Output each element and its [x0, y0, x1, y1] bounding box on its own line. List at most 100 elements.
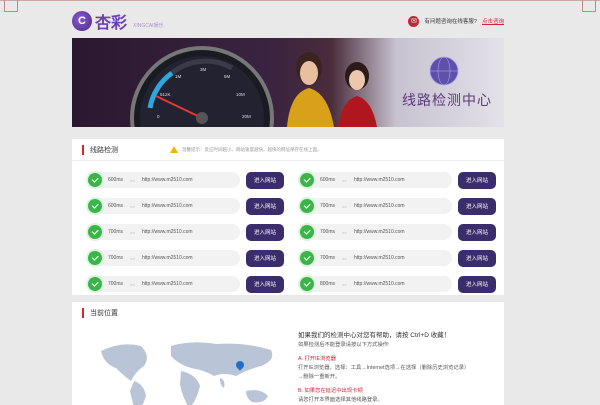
latency: 800ms: [320, 281, 336, 287]
notice-text: 温馨提示：反应时间越小、网站速度越快。越快的网址保存在线上面。: [182, 146, 322, 152]
separator: >>: [130, 203, 135, 209]
step-b-title: B. 如果您在延迟中出现卡顿: [298, 388, 363, 395]
warning-icon: [170, 146, 178, 153]
latency: 700ms: [320, 229, 336, 235]
line-list: 600ms >> http://www.m2510.com 进入网站 600ms…: [72, 161, 504, 300]
status-check-icon: [300, 277, 314, 291]
header: C 杏彩 XINGCAI娱乐 ✉ 有问题咨询在线客服? 点击咨询: [72, 6, 504, 36]
enter-site-button[interactable]: 进入网站: [246, 171, 284, 189]
speed-label-10m: 10M: [236, 92, 245, 97]
enter-site-button[interactable]: 进入网站: [246, 223, 284, 241]
info-line: 打开IE浏览器，选择：工具→Internet选项→在选择（删除历史浏览记录）: [298, 365, 470, 372]
separator: >>: [130, 281, 135, 287]
detect-header: 线路检测 温馨提示：反应时间越小、网站速度越快。越快的网址保存在线上面。: [72, 139, 504, 161]
line-url: http://www.m2510.com: [354, 229, 405, 235]
latency: 600ms: [108, 177, 124, 183]
enter-site-button[interactable]: 进入网站: [246, 275, 284, 293]
status-check-icon: [88, 199, 102, 213]
separator: >>: [130, 177, 135, 183]
line-row: 600ms >> http://www.m2510.com 进入网站: [86, 170, 290, 190]
corner-ornament-left: [4, 0, 18, 12]
detect-panel: 线路检测 温馨提示：反应时间越小、网站速度越快。越快的网址保存在线上面。 600…: [72, 139, 504, 295]
chat-icon: ✉: [408, 15, 420, 27]
logo-text: 杏彩: [95, 13, 128, 32]
speed-label-512k: 512K: [160, 92, 171, 97]
speed-label-1m: 1M: [175, 74, 182, 79]
status-check-icon: [300, 199, 314, 213]
enter-site-button[interactable]: 进入网站: [458, 223, 496, 241]
notice: 温馨提示：反应时间越小、网站速度越快。越快的网址保存在线上面。: [170, 146, 322, 153]
logo-subtitle: XINGCAI娱乐: [133, 22, 164, 29]
separator: >>: [342, 255, 347, 261]
enter-site-button[interactable]: 进入网站: [458, 171, 496, 189]
line-row: 600ms >> http://www.m2510.com 进入网站: [298, 170, 502, 190]
logo-icon: C: [72, 11, 92, 31]
step-a-title: A. 打开IE浏览器: [298, 356, 336, 363]
speedometer-graphic: [130, 46, 459, 127]
line-url: http://www.m2510.com: [354, 281, 405, 287]
line-url: http://www.m2510.com: [142, 177, 193, 183]
speed-label-20m: 20M: [242, 114, 251, 119]
line-url: http://www.m2510.com: [354, 177, 405, 183]
banner: 0 512K 1M 3M 5M 10M 20M 线路检测中心: [72, 38, 504, 127]
corner-ornament-right: [582, 0, 596, 12]
status-check-icon: [88, 277, 102, 291]
line-row: 600ms >> http://www.m2510.com 进入网站: [86, 196, 290, 216]
latency: 600ms: [320, 177, 336, 183]
status-check-icon: [300, 225, 314, 239]
location-body: 如果我们的检测中心对您有帮助，请按 Ctrl+D 收藏！ 如果检测后不能登录请按…: [72, 324, 504, 405]
enter-site-button[interactable]: 进入网站: [458, 249, 496, 267]
status-check-icon: [88, 251, 102, 265]
consult-link[interactable]: 点击咨询: [482, 17, 504, 25]
section-marker: [82, 144, 84, 155]
line-url: http://www.m2510.com: [354, 255, 405, 261]
separator: >>: [130, 255, 135, 261]
speed-label-5m: 5M: [224, 74, 231, 79]
line-row: 700ms >> http://www.m2510.com 进入网站: [298, 196, 502, 216]
enter-site-button[interactable]: 进入网站: [458, 197, 496, 215]
latency: 600ms: [108, 203, 124, 209]
line-url: http://www.m2510.com: [354, 203, 405, 209]
enter-site-button[interactable]: 进入网站: [458, 275, 496, 293]
help-bar: ✉ 有问题咨询在线客服? 点击咨询: [408, 15, 504, 27]
line-row: 700ms >> http://www.m2510.com 进入网站: [86, 248, 290, 268]
help-text: 有问题咨询在线客服?: [424, 19, 477, 25]
line-row: 700ms >> http://www.m2510.com 进入网站: [298, 222, 502, 242]
world-map: [101, 342, 273, 405]
location-title: 当前位置: [90, 310, 118, 317]
separator: >>: [342, 177, 347, 183]
status-check-icon: [88, 173, 102, 187]
latency: 700ms: [320, 255, 336, 261]
status-check-icon: [300, 173, 314, 187]
enter-site-button[interactable]: 进入网站: [246, 197, 284, 215]
line-row: 700ms >> http://www.m2510.com 进入网站: [298, 248, 502, 268]
line-row: 800ms >> http://www.m2510.com 进入网站: [298, 274, 502, 294]
latency: 700ms: [320, 203, 336, 209]
info-line: →删除一重新开。: [298, 374, 341, 381]
separator: >>: [342, 281, 347, 287]
status-check-icon: [88, 225, 102, 239]
status-check-icon: [300, 251, 314, 265]
line-row: 700ms >> http://www.m2510.com 进入网站: [86, 222, 290, 242]
help-info: 如果我们的检测中心对您有帮助，请按 Ctrl+D 收藏！ 如果检测后不能登录请按…: [298, 330, 498, 405]
latency: 700ms: [108, 281, 124, 287]
line-row: 700ms >> http://www.m2510.com 进入网站: [86, 274, 290, 294]
latency: 700ms: [108, 255, 124, 261]
location-header: 当前位置: [72, 302, 504, 324]
speed-label-3m: 3M: [200, 67, 207, 72]
separator: >>: [130, 229, 135, 235]
line-url: http://www.m2510.com: [142, 255, 193, 261]
info-line: 请您打开本界面选择其他线路登录。: [298, 397, 383, 404]
banner-title: 线路检测中心: [402, 93, 492, 109]
location-panel: 当前位置 如果我们的检测中心对您有帮助，请按 Ctrl+D 收藏！ 如果检测后不…: [72, 302, 504, 405]
separator: >>: [342, 203, 347, 209]
line-url: http://www.m2510.com: [142, 203, 193, 209]
enter-site-button[interactable]: 进入网站: [246, 249, 284, 267]
section-marker: [82, 308, 84, 318]
line-url: http://www.m2510.com: [142, 229, 193, 235]
speed-label-0: 0: [157, 114, 160, 119]
line-url: http://www.m2510.com: [142, 281, 193, 287]
logo[interactable]: C 杏彩 XINGCAI娱乐: [72, 9, 164, 33]
info-line: 如果检测后不能登录请按以下方式操作:: [298, 342, 390, 349]
latency: 700ms: [108, 229, 124, 235]
